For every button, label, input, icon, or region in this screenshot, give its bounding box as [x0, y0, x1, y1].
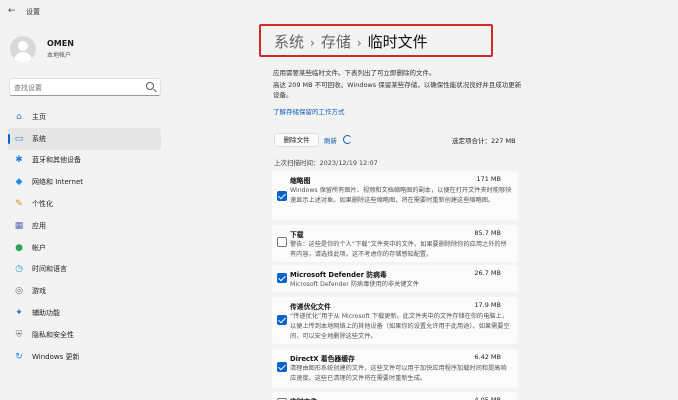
sidebar-item[interactable]: ▦ 应用 — [8, 215, 161, 237]
sidebar-item[interactable]: ◷ 时间和语言 — [8, 259, 161, 281]
sidebar-item-label: 应用 — [32, 221, 46, 230]
refresh-icon[interactable] — [343, 135, 352, 144]
search-icon[interactable] — [146, 82, 154, 90]
sidebar-item-label: 时间和语言 — [32, 265, 67, 274]
avatar[interactable] — [10, 36, 36, 62]
sidebar-item-label: 游戏 — [32, 287, 46, 296]
page-title: 临时文件 — [367, 33, 428, 51]
sidebar-item-label: 系统 — [32, 134, 46, 143]
checkbox-checked[interactable] — [277, 191, 287, 201]
sidebar-nav: ⌂ 主页 ▭ 系统 ✱ 蓝牙和其他设备 ◆ 网络和 Internet ✎ 个性化 ▦ 应用 ● 帐户 ◷ 时间… — [8, 106, 161, 368]
item-size: 6.42 MB — [474, 353, 501, 361]
list-item: DirectX 着色器缓存 6.42 MB 清理由图形系统创建的文件，这些文件可以用… — [272, 349, 518, 388]
delete-files-button[interactable]: 删除文件 — [274, 133, 319, 147]
page-description: 应用需要某些临时文件。下表列出了可立即删除的文件。 — [273, 69, 436, 77]
sidebar-item[interactable]: ◎ 游戏 — [8, 280, 161, 302]
list-item: 临时文件 4.05 MB — [272, 392, 518, 400]
list-item: Microsoft Defender 防病毒 26.7 MB Microsoft D… — [272, 265, 518, 292]
breadcrumb-separator: › — [356, 36, 362, 50]
gaming-icon: ◎ — [15, 286, 23, 297]
refresh-button[interactable]: 刷新 — [324, 135, 337, 145]
sidebar-item-label: 辅助功能 — [32, 309, 60, 318]
windows-update-icon: ↻ — [15, 351, 23, 362]
reserved-storage-note: 高达 209 MB 不可回收。Windows 保留某些存储，以确保性能状况良好并… — [273, 81, 522, 99]
sidebar-item-label: 主页 — [32, 112, 46, 121]
sidebar-item-label: 隐私和安全性 — [32, 330, 74, 339]
selected-total: 选定项合计：227 MB — [452, 137, 516, 145]
breadcrumb-system[interactable]: 系统 — [274, 33, 304, 51]
list-item: 缩略图 171 MB Windows 保留所有图片、视频和文档缩略图的副本，以便在打… — [272, 171, 518, 220]
sidebar-item[interactable]: ◆ 网络和 Internet — [8, 171, 161, 193]
item-name: 临时文件 — [290, 396, 317, 400]
home-icon: ⌂ — [16, 111, 22, 122]
avatar-body-icon — [14, 52, 32, 62]
item-size: 17.9 MB — [474, 301, 501, 309]
sidebar-item-label: Windows 更新 — [32, 352, 80, 361]
item-description: “传递优化”用于从 Microsoft 下载更新。此文件夹中的文件存储在你的电脑… — [290, 313, 510, 340]
sidebar-item[interactable]: ✎ 个性化 — [8, 193, 161, 215]
sidebar-item[interactable]: ✦ 辅助功能 — [8, 302, 161, 324]
list-item: 传递优化文件 17.9 MB “传递优化”用于从 Microsoft 下载更新。此文… — [272, 297, 518, 344]
item-name: 下载 — [290, 231, 304, 239]
checkbox-unchecked[interactable] — [277, 237, 287, 247]
search-input[interactable] — [14, 81, 139, 94]
item-name: Microsoft Defender 防病毒 — [290, 271, 387, 279]
sidebar-item[interactable]: ⌂ 主页 — [8, 106, 161, 128]
sidebar: OMEN 本地帐户 ⌂ 主页 ▭ 系统 ✱ 蓝牙和其他设备 ◆ 网络和 Internet ✎ 个性… — [0, 22, 172, 400]
breadcrumb-storage[interactable]: 存储 — [321, 33, 351, 51]
accounts-icon: ● — [15, 242, 23, 253]
bluetooth-icon: ✱ — [15, 155, 23, 166]
sidebar-item-label: 个性化 — [32, 200, 53, 209]
item-description: Windows 保留所有图片、视频和文档缩略图的副本，以便在打开文件夹时能够快速… — [290, 187, 512, 204]
system-icon: ▭ — [14, 133, 24, 144]
checkbox-checked[interactable] — [277, 315, 287, 325]
item-description: 清理由图形系统创建的文件，这些文件可以用于加快应用程序加载时间和提高响应速度。这… — [290, 365, 507, 382]
network-icon: ◆ — [15, 177, 23, 188]
account-type: 本地帐户 — [47, 52, 72, 59]
personalization-icon: ✎ — [15, 199, 23, 210]
sidebar-item[interactable]: ⛨ 隐私和安全性 — [8, 324, 161, 346]
checkbox-checked[interactable] — [277, 362, 287, 372]
breadcrumb: 系统 › 存储 › 临时文件 — [274, 31, 428, 52]
list-item: 下载 85.7 MB 警告：这些是你的个人“下载”文件夹中的文件。如果要删除除你的应… — [272, 225, 518, 262]
item-size: 4.05 MB — [474, 396, 501, 400]
shield-icon: ⛨ — [15, 329, 23, 340]
sidebar-item[interactable]: ↻ Windows 更新 — [8, 346, 161, 368]
item-name: DirectX 着色器缓存 — [290, 355, 355, 363]
item-description: Microsoft Defender 防病毒使用的非关键文件 — [290, 281, 419, 288]
avatar-head-icon — [18, 41, 28, 51]
user-name: OMEN — [47, 39, 74, 48]
reserved-storage-link[interactable]: 了解存储保留的工作方式 — [273, 106, 345, 116]
time-language-icon: ◷ — [15, 264, 23, 275]
back-arrow-icon[interactable]: ← — [8, 6, 16, 16]
item-description: 警告：这些是你的个人“下载”文件夹中的文件。如果要删除除你的应用之外的所有内容，… — [290, 241, 507, 258]
item-size: 171 MB — [476, 175, 501, 183]
item-name: 缩略图 — [290, 177, 311, 185]
apps-icon: ▦ — [14, 220, 24, 231]
accessibility-icon: ✦ — [15, 308, 23, 319]
sidebar-item-label: 蓝牙和其他设备 — [32, 156, 81, 165]
sidebar-item-label: 网络和 Internet — [32, 178, 84, 187]
sidebar-item[interactable]: ● 帐户 — [8, 237, 161, 259]
app-title: 设置 — [26, 8, 40, 16]
item-size: 26.7 MB — [474, 269, 501, 277]
search-box — [9, 78, 161, 96]
last-scan-time: 上次扫描时间：2023/12/19 12:07 — [274, 159, 378, 167]
item-size: 85.7 MB — [474, 229, 501, 237]
sidebar-item-label: 帐户 — [32, 243, 46, 252]
sidebar-item[interactable]: ✱ 蓝牙和其他设备 — [8, 150, 161, 172]
title-bar: ← 设置 — [0, 0, 678, 22]
checkbox-checked[interactable] — [277, 273, 287, 283]
sidebar-item[interactable]: ▭ 系统 — [8, 127, 161, 150]
item-name: 传递优化文件 — [290, 303, 331, 311]
breadcrumb-separator: › — [310, 36, 315, 50]
